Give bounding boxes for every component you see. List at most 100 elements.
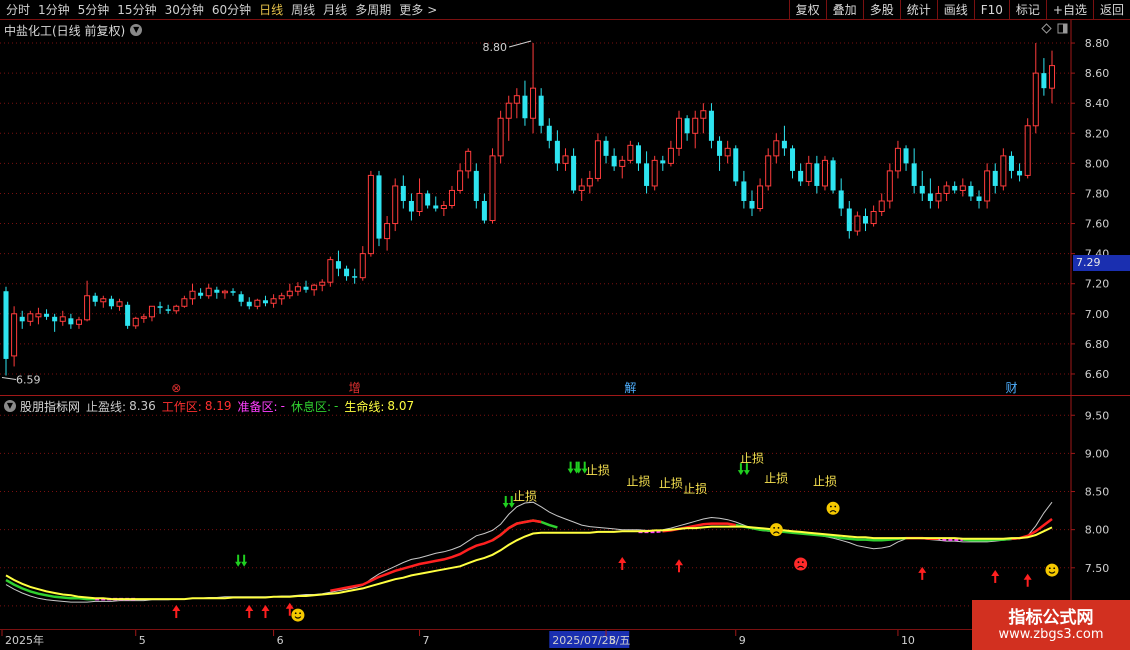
candle-body <box>230 291 236 293</box>
candle <box>311 283 318 296</box>
toolbar-button-1[interactable]: 叠加 <box>825 0 863 20</box>
candle <box>586 170 593 194</box>
candle <box>278 292 285 305</box>
candle-body <box>205 287 212 297</box>
indicator-tick-label: 8.00 <box>1085 524 1110 537</box>
indicator-tick-label: 8.50 <box>1085 486 1110 499</box>
toolbar-button-5[interactable]: F10 <box>973 0 1009 20</box>
candle-body <box>254 299 261 307</box>
candle-body <box>862 216 869 224</box>
date-label: 10 <box>897 630 915 647</box>
toolbar-button-7[interactable]: +自选 <box>1045 0 1093 20</box>
candle-body <box>627 144 634 161</box>
diamond-icon[interactable] <box>1041 23 1052 34</box>
chevron-right-icon[interactable]: > <box>427 0 441 20</box>
candle-body <box>692 117 699 134</box>
period-tab-8[interactable]: 月线 <box>319 0 351 20</box>
candle <box>878 193 885 217</box>
period-tab-0[interactable]: 分时 <box>2 0 34 20</box>
candle-body <box>92 295 98 302</box>
candle <box>733 145 739 186</box>
candle <box>433 196 439 212</box>
candle <box>903 145 909 171</box>
event-marker[interactable]: 增 <box>349 381 361 395</box>
candle <box>919 170 925 201</box>
date-label: 2025/07/25/五 <box>549 631 630 648</box>
candle-body <box>11 313 18 357</box>
svg-text:7: 7 <box>423 634 430 647</box>
candle-body <box>440 204 447 210</box>
candle-body <box>481 200 487 221</box>
candle-body <box>400 185 406 201</box>
period-tab-3[interactable]: 15分钟 <box>113 0 160 20</box>
candle-body <box>125 304 131 326</box>
candle <box>165 304 171 314</box>
candle <box>854 211 861 236</box>
date-label: 6 <box>273 630 284 647</box>
candle-body <box>790 148 796 171</box>
candle <box>270 294 277 308</box>
period-tab-2[interactable]: 5分钟 <box>74 0 114 20</box>
candle <box>578 178 585 201</box>
toolbar-button-6[interactable]: 标记 <box>1008 0 1046 20</box>
svg-text:8: 8 <box>609 634 616 647</box>
candle-body <box>198 292 204 296</box>
toolbar-button-0[interactable]: 复权 <box>788 0 826 20</box>
chart-corner-icons <box>1041 23 1068 34</box>
candle <box>546 118 552 149</box>
candle-body <box>497 117 504 157</box>
period-tab-10[interactable]: 更多 <box>395 0 427 20</box>
period-tab-4[interactable]: 30分钟 <box>161 0 208 20</box>
event-marker[interactable]: ⊗ <box>171 381 181 395</box>
candle-body <box>717 140 723 156</box>
candle-body <box>425 193 431 206</box>
candle-body <box>100 298 107 303</box>
period-tab-7[interactable]: 周线 <box>287 0 319 20</box>
candle <box>798 163 804 186</box>
indicator-menu-icon[interactable]: ▼ <box>4 400 16 412</box>
candle-body <box>132 317 139 327</box>
candle <box>675 110 683 156</box>
window-toggle-icon[interactable] <box>1057 23 1068 34</box>
period-tab-5[interactable]: 60分钟 <box>208 0 255 20</box>
indicator-name[interactable]: 股朋指标网 <box>20 398 80 415</box>
candle-body <box>675 117 683 149</box>
period-tab-9[interactable]: 多周期 <box>351 0 395 20</box>
indicator-chart[interactable]: 7.007.508.008.509.009.50止损止损止损止损止损止损止损止损 <box>0 396 1130 629</box>
price-tick-label: 6.80 <box>1085 338 1110 351</box>
dropdown-icon[interactable]: ▼ <box>130 24 143 36</box>
event-marker[interactable]: 财 <box>1005 381 1017 395</box>
candle <box>724 140 731 164</box>
toolbar-button-3[interactable]: 统计 <box>899 0 937 20</box>
candle-body <box>992 170 998 186</box>
candle <box>968 181 974 201</box>
period-tab-1[interactable]: 1分钟 <box>34 0 74 20</box>
toolbar-button-8[interactable]: 返回 <box>1092 0 1130 20</box>
candle-body <box>278 295 285 300</box>
candle-body <box>44 313 50 317</box>
date-label: 2025年 <box>1 630 44 647</box>
candle <box>1048 50 1056 104</box>
candle <box>814 155 820 194</box>
candle <box>35 307 42 325</box>
event-marker[interactable]: 解 <box>624 381 636 395</box>
candle <box>522 80 528 126</box>
candle <box>262 295 268 307</box>
svg-text:2025/07/25/五: 2025/07/25/五 <box>552 634 630 647</box>
candle-body <box>465 150 472 172</box>
svg-text:2025年: 2025年 <box>5 633 44 647</box>
toolbar-button-4[interactable]: 画线 <box>936 0 974 20</box>
stop-loss-label: 止损 <box>683 482 707 496</box>
candle <box>359 246 366 281</box>
rest-label: 休息区: <box>290 399 331 414</box>
candle-body <box>757 185 764 210</box>
candle <box>214 286 220 299</box>
toolbar-button-2[interactable]: 多股 <box>862 0 900 20</box>
candle-body <box>660 160 666 164</box>
candle <box>530 43 537 134</box>
candlestick-chart[interactable]: 6.606.807.007.207.407.607.808.008.208.40… <box>0 20 1130 396</box>
candle <box>984 163 991 209</box>
candle <box>367 170 374 257</box>
period-tab-6[interactable]: 日线 <box>255 0 287 20</box>
candle <box>554 130 560 171</box>
